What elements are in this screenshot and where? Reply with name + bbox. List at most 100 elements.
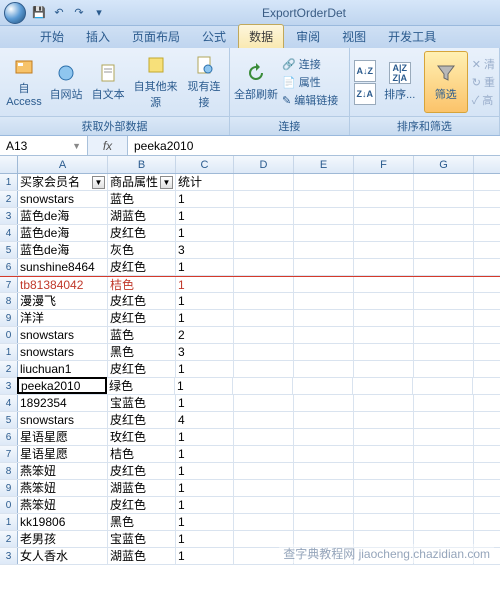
header-cell-b[interactable]: 商品属性▼ (108, 174, 176, 190)
cell-member[interactable]: 老男孩 (18, 531, 108, 547)
cell[interactable] (294, 497, 354, 513)
cell[interactable] (234, 344, 294, 360)
cell[interactable] (354, 412, 414, 428)
cell-member[interactable]: 漫漫飞 (18, 293, 108, 309)
from-web-button[interactable]: 自网站 (46, 51, 86, 113)
tab-developer[interactable]: 开发工具 (378, 25, 446, 48)
tab-home[interactable]: 开始 (30, 25, 74, 48)
cell-count[interactable]: 1 (176, 259, 234, 275)
refresh-all-button[interactable]: 全部刷新 (234, 51, 278, 113)
cell[interactable] (234, 208, 294, 224)
cell-member[interactable]: tb81384042 (18, 277, 108, 292)
cell[interactable] (234, 361, 294, 377)
cell[interactable] (234, 174, 294, 190)
cell[interactable] (354, 259, 414, 275)
tab-review[interactable]: 审阅 (286, 25, 330, 48)
cell[interactable] (294, 531, 354, 547)
filter-button[interactable]: 筛选 (424, 51, 468, 113)
row-header[interactable]: 7 (0, 446, 18, 462)
cell-count[interactable]: 1 (176, 497, 234, 513)
cell[interactable] (354, 429, 414, 445)
name-box[interactable]: A13 ▼ (0, 136, 88, 155)
cell[interactable] (234, 277, 294, 292)
cell-attr[interactable]: 皮红色 (108, 310, 176, 326)
cell-attr[interactable]: 湖蓝色 (108, 208, 176, 224)
header-cell-c[interactable]: 统计 (176, 174, 234, 190)
cell[interactable] (294, 277, 354, 292)
cell[interactable] (414, 242, 474, 258)
cell[interactable] (294, 463, 354, 479)
filter-dropdown-icon[interactable]: ▼ (160, 176, 173, 189)
cell-count[interactable]: 3 (176, 344, 234, 360)
cell-member[interactable]: 燕笨妞 (18, 497, 108, 513)
cell-attr[interactable]: 蓝色 (108, 191, 176, 207)
cell[interactable] (354, 327, 414, 343)
row-header[interactable]: 1 (0, 174, 18, 190)
cell-member[interactable]: snowstars (18, 191, 108, 207)
row-header[interactable]: 3 (0, 378, 18, 394)
cell-count[interactable]: 1 (176, 446, 234, 462)
cell[interactable] (234, 514, 294, 530)
cell-attr[interactable]: 宝蓝色 (108, 395, 176, 411)
cell-count[interactable]: 1 (176, 531, 234, 547)
cell[interactable] (414, 344, 474, 360)
cell-attr[interactable]: 皮红色 (108, 225, 176, 241)
cell[interactable] (354, 395, 414, 411)
name-box-dropdown-icon[interactable]: ▼ (72, 141, 81, 151)
sort-desc-icon[interactable]: Z↓A (354, 83, 376, 105)
cell-count[interactable]: 1 (176, 208, 234, 224)
redo-icon[interactable]: ↷ (70, 4, 88, 22)
cell[interactable] (354, 293, 414, 309)
cell-attr[interactable]: 湖蓝色 (108, 548, 176, 564)
cell-attr[interactable]: 黑色 (108, 514, 176, 530)
cell[interactable] (234, 497, 294, 513)
tab-formulas[interactable]: 公式 (192, 25, 236, 48)
cell[interactable] (234, 412, 294, 428)
sort-button[interactable]: A|ZZ|A 排序... (378, 51, 422, 113)
col-header-f[interactable]: F (354, 156, 414, 173)
cell[interactable] (294, 548, 354, 564)
cell-attr[interactable]: 皮红色 (108, 463, 176, 479)
cell[interactable] (354, 497, 414, 513)
edit-links-link[interactable]: ✎编辑链接 (282, 92, 338, 108)
cell-attr[interactable]: 皮红色 (108, 497, 176, 513)
cell[interactable] (354, 361, 414, 377)
cell[interactable] (234, 259, 294, 275)
cell[interactable] (294, 293, 354, 309)
cell[interactable] (414, 208, 474, 224)
cell[interactable] (234, 463, 294, 479)
row-header[interactable]: 9 (0, 480, 18, 496)
row-header[interactable]: 1 (0, 344, 18, 360)
row-header[interactable]: 0 (0, 327, 18, 343)
cell-count[interactable]: 1 (176, 191, 234, 207)
cell[interactable] (294, 429, 354, 445)
cell[interactable] (234, 191, 294, 207)
cell[interactable] (414, 463, 474, 479)
cell-member[interactable]: 1892354 (18, 395, 108, 411)
cell[interactable] (414, 174, 474, 190)
office-button[interactable] (4, 2, 26, 24)
cell-count[interactable]: 1 (176, 277, 234, 292)
cell[interactable] (354, 446, 414, 462)
cell-member[interactable]: sunshine8464 (18, 259, 108, 275)
cell-member[interactable]: snowstars (18, 344, 108, 360)
row-header[interactable]: 6 (0, 429, 18, 445)
cell[interactable] (354, 480, 414, 496)
row-header[interactable]: 5 (0, 412, 18, 428)
cell[interactable] (234, 480, 294, 496)
cell-member[interactable]: snowstars (18, 412, 108, 428)
cell-member[interactable]: 燕笨妞 (18, 463, 108, 479)
properties-link[interactable]: 📄属性 (282, 74, 338, 90)
cell[interactable] (354, 191, 414, 207)
row-header[interactable]: 6 (0, 259, 18, 275)
cell-count[interactable]: 1 (176, 395, 234, 411)
row-header[interactable]: 4 (0, 225, 18, 241)
row-header[interactable]: 8 (0, 463, 18, 479)
cell-member[interactable]: 星语星愿 (18, 429, 108, 445)
cell-count[interactable]: 1 (176, 480, 234, 496)
cell[interactable] (233, 378, 293, 394)
col-header-d[interactable]: D (234, 156, 294, 173)
cell[interactable] (414, 429, 474, 445)
cell-count[interactable]: 1 (176, 463, 234, 479)
qat-dropdown-icon[interactable]: ▾ (90, 4, 108, 22)
